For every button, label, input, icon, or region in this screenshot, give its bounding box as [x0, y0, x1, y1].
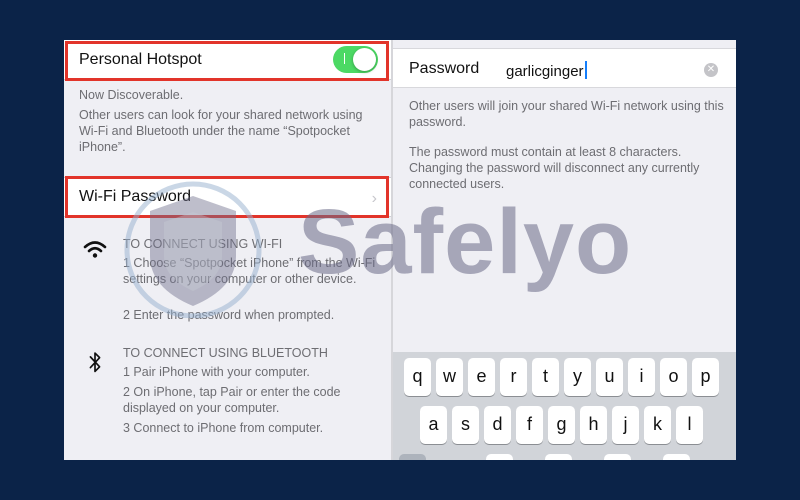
- password-usage-note: Other users will join your shared Wi-Fi …: [409, 99, 724, 129]
- screenshot-frame: Personal Hotspot Now Discoverable. Other…: [64, 40, 736, 460]
- key-j[interactable]: j: [612, 406, 639, 444]
- key-u[interactable]: u: [596, 358, 623, 396]
- password-requirement-note: The password must contain at least 8 cha…: [409, 145, 700, 191]
- wifi-password-row[interactable]: Wi-Fi Password ›: [64, 177, 391, 217]
- bluetooth-step-1: 1 Pair iPhone with your computer.: [123, 365, 310, 379]
- key-p[interactable]: p: [692, 358, 719, 396]
- key-s[interactable]: s: [452, 406, 479, 444]
- bluetooth-step-3: 3 Connect to iPhone from computer.: [123, 421, 324, 435]
- toggle-on-indicator: [344, 53, 345, 64]
- key-f[interactable]: f: [516, 406, 543, 444]
- clear-text-icon[interactable]: ✕: [704, 63, 718, 77]
- wifi-step-1: 1 Choose “Spotpocket iPhone” from the Wi…: [123, 256, 376, 286]
- key-y[interactable]: y: [564, 358, 591, 396]
- bluetooth-section-heading: TO CONNECT USING BLUETOOTH: [123, 346, 328, 360]
- wifi-step-2: 2 Enter the password when prompted.: [123, 308, 335, 322]
- personal-hotspot-row[interactable]: Personal Hotspot: [64, 40, 391, 80]
- hotspot-settings-panel: Personal Hotspot Now Discoverable. Other…: [64, 40, 391, 460]
- key-t[interactable]: t: [532, 358, 559, 396]
- discoverable-status: Now Discoverable.: [79, 88, 184, 102]
- key-partial[interactable]: [545, 454, 572, 460]
- key-g[interactable]: g: [548, 406, 575, 444]
- password-input[interactable]: garlicginger: [506, 61, 587, 80]
- key-r[interactable]: r: [500, 358, 527, 396]
- key-w[interactable]: w: [436, 358, 463, 396]
- key-e[interactable]: e: [468, 358, 495, 396]
- password-value: garlicginger: [506, 63, 584, 80]
- personal-hotspot-label: Personal Hotspot: [79, 50, 202, 68]
- key-partial[interactable]: [604, 454, 631, 460]
- key-h[interactable]: h: [580, 406, 607, 444]
- discoverable-note: Other users can look for your shared net…: [79, 108, 363, 154]
- wifi-password-label: Wi-Fi Password: [79, 188, 192, 205]
- password-edit-panel: Password garlicginger ✕ Other users will…: [393, 40, 736, 460]
- key-l[interactable]: l: [676, 406, 703, 444]
- key-partial[interactable]: [486, 454, 513, 460]
- toggle-knob: [353, 48, 376, 71]
- key-partial[interactable]: [663, 454, 690, 460]
- wifi-section-heading: TO CONNECT USING WI-FI: [123, 237, 283, 251]
- key-d[interactable]: d: [484, 406, 511, 444]
- onscreen-keyboard: qwertyuiop asdfghjkl: [393, 352, 736, 460]
- password-label: Password: [409, 60, 480, 77]
- chevron-right-icon: ›: [371, 190, 377, 207]
- text-caret: [584, 61, 587, 79]
- key-i[interactable]: i: [628, 358, 655, 396]
- wifi-icon: [83, 241, 107, 258]
- key-a[interactable]: a: [420, 406, 447, 444]
- personal-hotspot-toggle[interactable]: [333, 46, 378, 73]
- shift-key[interactable]: [399, 454, 426, 460]
- key-o[interactable]: o: [660, 358, 687, 396]
- key-q[interactable]: q: [404, 358, 431, 396]
- bluetooth-step-2: 2 On iPhone, tap Pair or enter the code …: [123, 385, 341, 415]
- key-k[interactable]: k: [644, 406, 671, 444]
- bluetooth-icon: [89, 352, 101, 373]
- password-row[interactable]: Password garlicginger ✕: [393, 48, 736, 88]
